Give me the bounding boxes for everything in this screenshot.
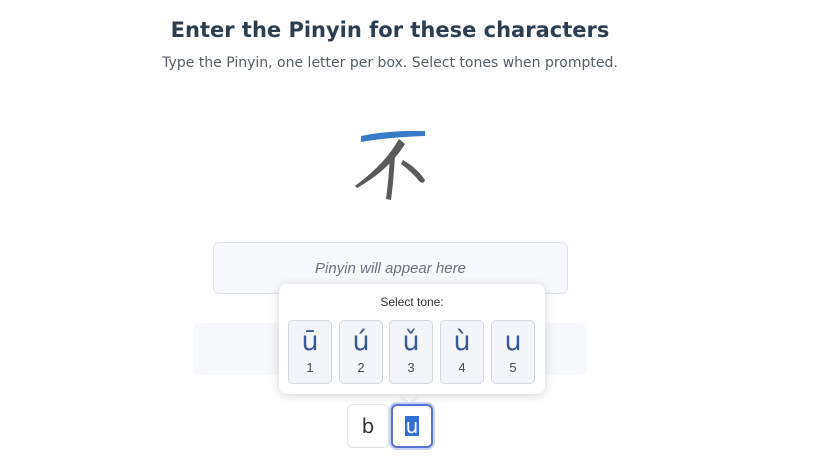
page-subtitle: Type the Pinyin, one letter per box. Sel…: [162, 55, 618, 71]
tone-mark: ù: [453, 326, 471, 357]
highlighted-stroke: [361, 130, 425, 142]
tone-button-1[interactable]: ū 1: [288, 320, 332, 384]
tone-mark: ū: [301, 326, 319, 357]
letter-input-2[interactable]: u: [391, 404, 433, 448]
tone-mark: u: [504, 326, 522, 357]
tone-button-4[interactable]: ù 4: [440, 320, 484, 384]
tone-button-3[interactable]: ǔ 3: [389, 320, 433, 384]
letter-input-1[interactable]: b: [347, 404, 389, 448]
tone-popup-label: Select tone:: [380, 295, 444, 309]
tone-mark: ǔ: [402, 326, 420, 357]
tone-mark: ú: [352, 326, 370, 357]
tone-number: 4: [458, 360, 466, 375]
tone-selection-popup: Select tone: ū 1 ú 2 ǔ 3 ù 4 u 5: [279, 284, 545, 394]
tone-button-5[interactable]: u 5: [491, 320, 535, 384]
character-display: [345, 122, 435, 212]
character-stroke: [401, 160, 425, 183]
tone-button-2[interactable]: ú 2: [339, 320, 383, 384]
tone-number: 5: [509, 360, 517, 375]
pinyin-placeholder: Pinyin will appear here: [315, 259, 466, 277]
tone-number: 3: [407, 360, 415, 375]
tone-number: 2: [357, 360, 365, 375]
stroke-order-character-icon: [355, 130, 425, 200]
character-stroke: [355, 139, 405, 188]
letter-value-selected: u: [404, 414, 420, 438]
letter-value: b: [361, 414, 375, 438]
page-title: Enter the Pinyin for these characters: [170, 18, 610, 42]
tone-number: 1: [306, 360, 314, 375]
